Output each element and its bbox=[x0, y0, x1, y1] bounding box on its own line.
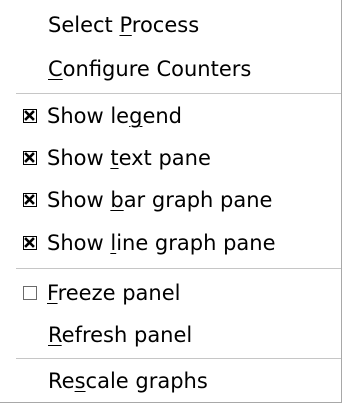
menu-item-label: Freeze panel bbox=[47, 281, 181, 305]
menu-item-label: Show text pane bbox=[47, 146, 211, 170]
menu-item-show-legend[interactable]: Show legend bbox=[0, 95, 341, 137]
checkbox-checked-icon bbox=[23, 109, 37, 123]
menu-item-show-bar-graph-pane[interactable]: Show bar graph pane bbox=[0, 179, 341, 221]
menu-item-rescale-graphs[interactable]: Rescale graphs bbox=[0, 360, 341, 402]
menu-item-label: Show legend bbox=[47, 104, 182, 128]
context-menu: Select Process Configure Counters Show l… bbox=[0, 0, 342, 403]
menu-item-show-line-graph-pane[interactable]: Show line graph pane bbox=[0, 222, 341, 264]
menu-item-configure-counters[interactable]: Configure Counters bbox=[0, 48, 341, 90]
menu-separator bbox=[16, 268, 341, 269]
menu-item-label: Rescale graphs bbox=[48, 369, 208, 393]
menu-item-select-process[interactable]: Select Process bbox=[0, 4, 341, 46]
menu-item-refresh-panel[interactable]: Refresh panel bbox=[0, 314, 341, 356]
menu-item-label: Configure Counters bbox=[48, 57, 252, 81]
menu-item-label: Show bar graph pane bbox=[47, 188, 273, 212]
menu-item-label: Select Process bbox=[48, 13, 200, 37]
checkbox-checked-icon bbox=[23, 151, 37, 165]
menu-separator bbox=[16, 93, 341, 94]
checkbox-checked-icon bbox=[23, 193, 37, 207]
menu-item-label: Show line graph pane bbox=[47, 231, 276, 255]
checkbox-checked-icon bbox=[23, 236, 37, 250]
menu-item-show-text-pane[interactable]: Show text pane bbox=[0, 137, 341, 179]
checkbox-unchecked-icon bbox=[23, 286, 37, 300]
menu-item-freeze-panel[interactable]: Freeze panel bbox=[0, 272, 341, 314]
menu-separator bbox=[16, 358, 341, 359]
menu-item-label: Refresh panel bbox=[48, 323, 193, 347]
